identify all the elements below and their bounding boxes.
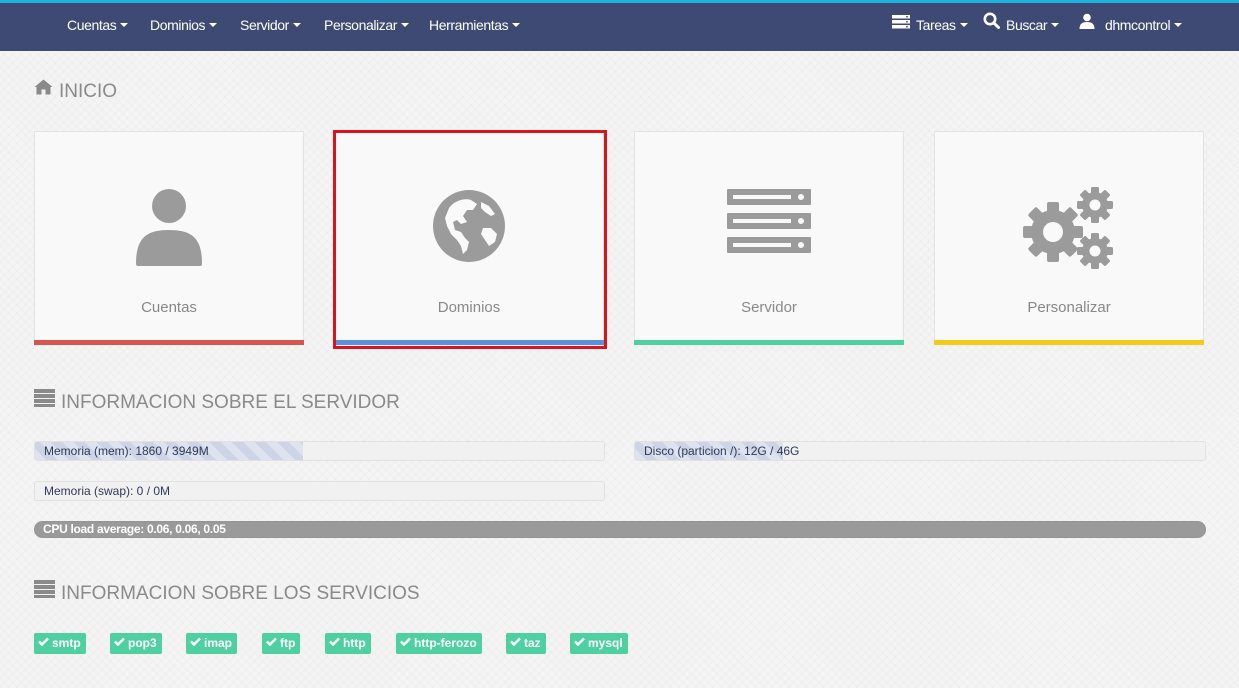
card-label: Dominios xyxy=(437,299,501,316)
memory-usage-bar: Memoria (mem): 1860 / 3949M xyxy=(34,441,605,461)
service-badge-taz: taz xyxy=(506,633,546,654)
card-label: Personalizar xyxy=(1027,299,1111,316)
nav-label: Tareas xyxy=(916,17,956,33)
cpu-load-label: CPU load average: 0.06, 0.06, 0.05 xyxy=(43,522,226,536)
globe-icon xyxy=(335,188,603,269)
caret-down-icon xyxy=(120,23,129,28)
caret-down-icon xyxy=(1051,23,1060,28)
nav-label: Dominios xyxy=(150,17,206,33)
check-icon xyxy=(510,632,521,653)
service-badge-mysql: mysql xyxy=(570,633,628,654)
service-name: ftp xyxy=(280,636,296,650)
home-section-title: INICIO xyxy=(34,79,118,103)
service-badge-imap: imap xyxy=(186,632,238,654)
check-icon xyxy=(329,632,340,653)
user-icon xyxy=(1079,2,1095,46)
services-info-title: INFORMACION SOBRE LOS SERVICIOS xyxy=(34,580,420,606)
service-badge-ftp: ftp xyxy=(262,632,301,654)
card-accent-bar xyxy=(34,340,304,345)
card-label: Cuentas xyxy=(141,299,197,316)
service-name: imap xyxy=(204,636,233,650)
card-dominios[interactable]: Dominios xyxy=(334,131,604,345)
nav-menu-herramientas[interactable]: Herramientas xyxy=(429,3,521,51)
nav-label: dhmcontrol xyxy=(1105,17,1171,33)
nav-menu-personalizar[interactable]: Personalizar xyxy=(324,3,410,51)
server-info-title: INFORMACION SOBRE EL SERVIDOR xyxy=(34,389,400,415)
card-label: Servidor xyxy=(741,299,797,316)
home-title-text: INICIO xyxy=(59,81,118,103)
nav-menu-dominios[interactable]: Dominios xyxy=(150,3,218,51)
card-accent-bar xyxy=(934,340,1204,345)
nav-menu-tareas[interactable]: Tareas xyxy=(892,3,968,51)
swap-usage-bar: Memoria (swap): 0 / 0M xyxy=(34,481,605,501)
caret-down-icon xyxy=(959,23,968,28)
user-icon xyxy=(35,188,303,271)
caret-down-icon xyxy=(401,23,410,28)
service-badge-pop3: pop3 xyxy=(110,633,162,654)
caret-down-icon xyxy=(512,23,521,28)
nav-label: Cuentas xyxy=(67,17,117,33)
card-accent-bar xyxy=(634,340,904,345)
service-name: pop3 xyxy=(128,636,157,650)
nav-menu-servidor[interactable]: Servidor xyxy=(240,3,301,51)
check-icon xyxy=(114,632,125,653)
service-name: mysql xyxy=(588,636,623,650)
service-name: http xyxy=(343,636,366,650)
card-cuentas[interactable]: Cuentas xyxy=(34,131,304,345)
nav-menu-cuentas[interactable]: Cuentas xyxy=(67,3,129,51)
tasks-icon xyxy=(892,2,910,46)
nav-label: Buscar xyxy=(1006,17,1048,33)
top-navbar: Cuentas Dominios Servidor Personalizar H… xyxy=(0,0,1239,51)
server-icon xyxy=(34,580,55,604)
server-info-title-text: INFORMACION SOBRE EL SERVIDOR xyxy=(61,392,400,414)
service-name: smtp xyxy=(52,636,81,650)
caret-down-icon xyxy=(292,23,301,28)
memory-usage-label: Memoria (mem): 1860 / 3949M xyxy=(44,444,209,458)
check-icon xyxy=(266,632,277,653)
nav-label: Servidor xyxy=(240,17,289,33)
service-badge-http: http xyxy=(325,633,371,654)
caret-down-icon xyxy=(209,23,218,28)
card-personalizar[interactable]: Personalizar xyxy=(934,131,1204,345)
caret-down-icon xyxy=(1174,23,1183,28)
services-info-title-text: INFORMACION SOBRE LOS SERVICIOS xyxy=(61,583,420,605)
server-icon xyxy=(34,389,55,413)
search-icon xyxy=(983,2,1000,46)
check-icon xyxy=(38,632,49,653)
service-name: http-ferozo xyxy=(414,636,477,650)
check-icon xyxy=(574,632,585,653)
service-badge-http-ferozo: http-ferozo xyxy=(396,633,482,654)
check-icon xyxy=(190,632,201,653)
gears-icon xyxy=(935,186,1203,275)
check-icon xyxy=(400,632,411,653)
service-badge-smtp: smtp xyxy=(34,633,86,654)
card-servidor[interactable]: Servidor xyxy=(634,131,904,345)
cpu-load-bar: CPU load average: 0.06, 0.06, 0.05 xyxy=(34,521,1206,538)
disk-usage-label: Disco (particion /): 12G / 46G xyxy=(644,444,800,458)
nav-menu-buscar[interactable]: Buscar xyxy=(983,2,1060,51)
service-name: taz xyxy=(524,636,541,650)
card-accent-bar xyxy=(334,340,604,345)
nav-label: Herramientas xyxy=(429,17,509,33)
home-icon xyxy=(34,79,53,101)
swap-usage-label: Memoria (swap): 0 / 0M xyxy=(44,484,171,498)
server-icon xyxy=(635,188,903,261)
nav-label: Personalizar xyxy=(324,17,398,33)
nav-menu-user[interactable]: dhmcontrol xyxy=(1079,2,1183,51)
disk-usage-bar: Disco (particion /): 12G / 46G xyxy=(634,441,1206,461)
